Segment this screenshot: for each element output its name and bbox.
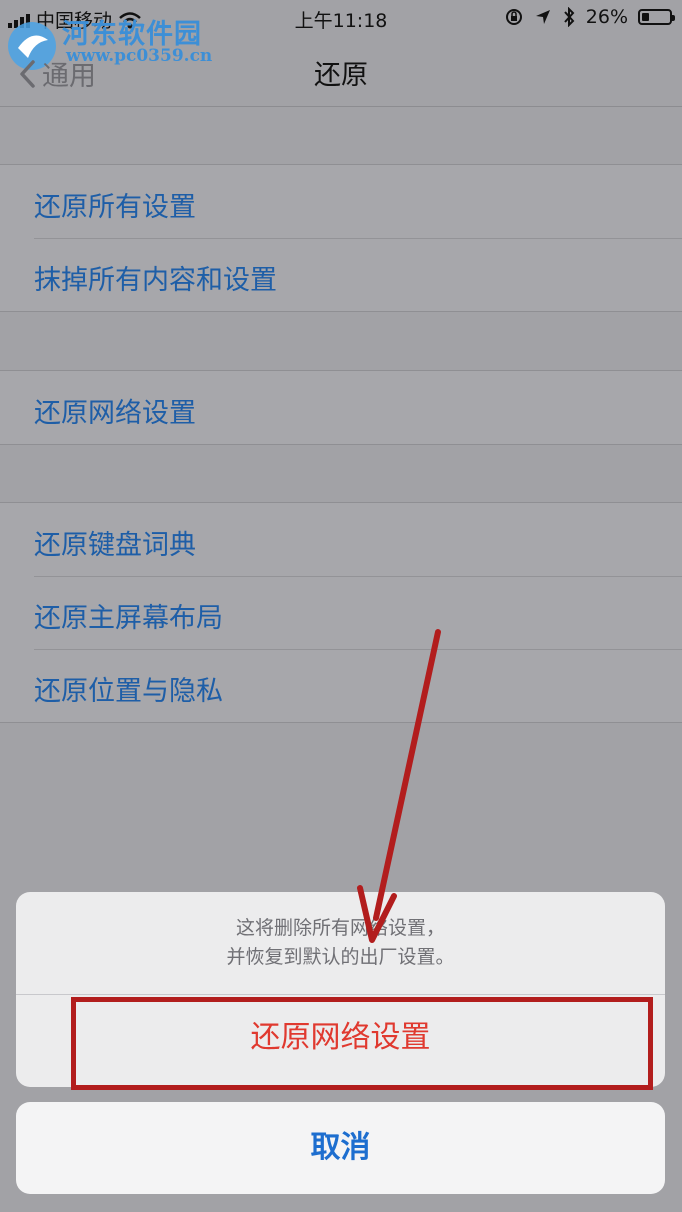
list-item-label: 还原键盘词典	[34, 530, 196, 561]
bluetooth-icon	[564, 7, 575, 27]
list-item-label: 还原所有设置	[34, 192, 196, 223]
highlight-box	[71, 997, 653, 1090]
battery-percent: 26%	[585, 6, 628, 28]
list-item-label: 还原网络设置	[34, 398, 196, 429]
cancel-button[interactable]: 取消	[16, 1102, 665, 1194]
list-item-label: 还原主屏幕布局	[34, 603, 223, 634]
orientation-lock-icon	[505, 9, 522, 25]
list-item-label: 还原位置与隐私	[34, 676, 223, 707]
action-sheet-message: 这将删除所有网络设置， 并恢复到默认的出厂设置。	[16, 914, 665, 972]
nav-bar: 通用 还原	[0, 36, 682, 107]
message-line-1: 这将删除所有网络设置，	[235, 917, 445, 939]
list-item-erase-all-content[interactable]: 抹掉所有内容和设置	[0, 238, 682, 311]
list-item-reset-all-settings[interactable]: 还原所有设置	[0, 165, 682, 238]
location-icon	[535, 10, 550, 24]
list-item-label: 抹掉所有内容和设置	[34, 265, 277, 296]
list-item-reset-network[interactable]: 还原网络设置	[0, 371, 682, 444]
settings-group-3: 还原键盘词典 还原主屏幕布局 还原位置与隐私	[0, 502, 682, 723]
settings-group-1: 还原所有设置 抹掉所有内容和设置	[0, 164, 682, 312]
settings-group-2: 还原网络设置	[0, 370, 682, 445]
list-item-reset-location-privacy[interactable]: 还原位置与隐私	[0, 649, 682, 722]
message-line-2: 并恢复到默认的出厂设置。	[226, 946, 455, 968]
battery-icon	[638, 9, 675, 25]
list-item-reset-home-layout[interactable]: 还原主屏幕布局	[0, 576, 682, 649]
list-item-reset-keyboard[interactable]: 还原键盘词典	[0, 503, 682, 576]
page-title: 还原	[314, 60, 368, 91]
battery-fill	[642, 13, 649, 21]
screen: 中国移动 上午11:18 26% 河东软件园 www.pc0359.cn 通用 …	[0, 0, 682, 1212]
